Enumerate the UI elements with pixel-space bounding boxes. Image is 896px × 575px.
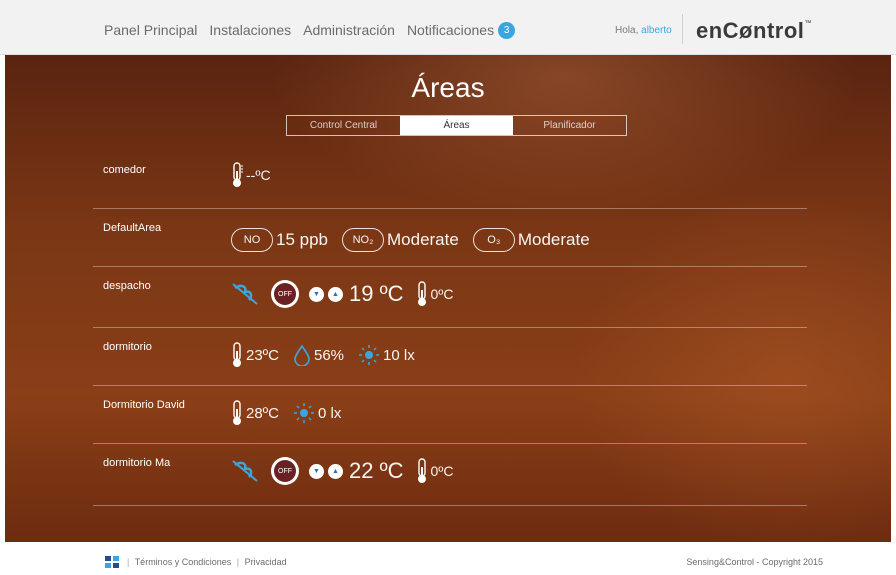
footer: | Términos y Condiciones | Privacidad Se…: [0, 548, 896, 575]
area-row: despacho OFF ▼ ▲ 19 ºC 0ºC: [93, 266, 807, 328]
setpoint-value: 22 ºC: [349, 458, 404, 483]
brand-name: enCøntrol: [696, 18, 805, 43]
footer-logo-icon: [105, 556, 119, 570]
main-nav: Panel Principal Instalaciones Administra…: [104, 21, 516, 40]
area-row: DefaultArea NO 15 ppb NO₂ Moderate O₃ Mo…: [93, 208, 807, 267]
area-name[interactable]: despacho: [103, 280, 151, 292]
area-name[interactable]: comedor: [103, 164, 146, 176]
temperature-reading: 0ºC: [416, 281, 454, 307]
divider: [682, 14, 683, 44]
thermometer-icon: [231, 342, 243, 368]
nav-panel-principal[interactable]: Panel Principal: [104, 22, 197, 40]
o3-reading: O₃ Moderate: [472, 228, 590, 252]
temperature-value: 0ºC: [430, 286, 454, 302]
sun-icon: [358, 344, 380, 366]
tab-control-central[interactable]: Control Central: [287, 116, 400, 135]
temperature-reading: 23ºC: [231, 342, 279, 368]
temperature-reading: 0ºC: [416, 458, 454, 484]
no2-reading: NO₂ Moderate: [342, 228, 459, 252]
light-value: 10 lx: [383, 346, 415, 364]
temperature-reading: 28ºC: [231, 400, 279, 426]
sun-icon: [293, 402, 315, 424]
o3-cloud-icon: O₃: [472, 228, 515, 252]
area-name[interactable]: Dormitorio David: [103, 399, 185, 411]
temperature-reading: --ºC: [231, 162, 271, 188]
notifications-badge: 3: [498, 21, 516, 39]
thermometer-icon: [416, 458, 428, 484]
arrow-up-icon[interactable]: ▲: [328, 463, 343, 479]
no-cloud-icon: NO: [231, 228, 273, 252]
temperature-value: 23ºC: [246, 346, 279, 364]
area-name[interactable]: DefaultArea: [103, 222, 161, 234]
top-navigation-bar: Panel Principal Instalaciones Administra…: [0, 0, 896, 55]
tab-bar: Control Central Áreas Planificador: [286, 115, 627, 136]
thermometer-icon: [231, 400, 243, 426]
area-values: 23ºC 56% 10 lx: [231, 342, 429, 368]
no2-value: Moderate: [387, 230, 459, 249]
nav-notificaciones-label: Notificaciones: [406, 22, 495, 38]
brand-logo: enCøntrol™: [696, 18, 812, 44]
off-label: OFF: [274, 460, 296, 482]
area-row: Dormitorio David 28ºC 0 lx: [93, 385, 807, 444]
greeting-text: Hola,: [615, 25, 639, 36]
area-row: dormitorio 23ºC 56% 10 lx: [93, 327, 807, 386]
footer-links: | Términos y Condiciones | Privacidad: [124, 557, 287, 567]
nav-notificaciones[interactable]: Notificaciones 3: [406, 21, 516, 40]
setpoint-value: 19 ºC: [349, 281, 404, 306]
no-value: 15 ppb: [276, 230, 328, 249]
off-button[interactable]: OFF: [271, 280, 299, 308]
fan-off-icon[interactable]: [231, 282, 259, 306]
arrow-down-icon[interactable]: ▼: [309, 463, 324, 479]
arrow-up-icon[interactable]: ▲: [328, 286, 343, 302]
droplet-icon: [293, 344, 311, 366]
user-link[interactable]: alberto: [641, 25, 672, 36]
area-row: dormitorio Ma OFF ▼ ▲ 22 ºC 0ºC: [93, 443, 807, 506]
o3-value: Moderate: [517, 230, 590, 249]
area-values: 28ºC 0 lx: [231, 400, 355, 426]
tab-areas[interactable]: Áreas: [400, 116, 513, 135]
arrow-down-icon[interactable]: ▼: [309, 286, 324, 302]
area-values: --ºC: [231, 162, 285, 188]
footer-separator: |: [236, 557, 240, 567]
fan-off-icon[interactable]: [231, 459, 259, 483]
greeting: Hola, alberto: [615, 25, 672, 36]
tab-planificador[interactable]: Planificador: [513, 116, 626, 135]
no2-cloud-icon: NO₂: [342, 228, 384, 252]
nav-instalaciones[interactable]: Instalaciones: [209, 22, 291, 40]
area-name[interactable]: dormitorio Ma: [103, 457, 170, 469]
light-reading: 10 lx: [358, 344, 415, 366]
humidity-value: 56%: [314, 346, 345, 364]
temperature-value: 0ºC: [430, 463, 454, 479]
light-reading: 0 lx: [293, 402, 341, 424]
temperature-value: --ºC: [246, 167, 271, 183]
terms-link[interactable]: Términos y Condiciones: [135, 557, 232, 567]
area-values: OFF ▼ ▲ 22 ºC 0ºC: [231, 457, 468, 485]
area-name[interactable]: dormitorio: [103, 341, 152, 353]
page-title: Áreas: [411, 72, 485, 103]
privacy-link[interactable]: Privacidad: [245, 557, 287, 567]
area-values: NO 15 ppb NO₂ Moderate O₃ Moderate: [231, 228, 604, 252]
area-values: OFF ▼ ▲ 19 ºC 0ºC: [231, 280, 468, 308]
brand-tm: ™: [804, 20, 812, 27]
off-label: OFF: [274, 283, 296, 305]
light-value: 0 lx: [318, 404, 342, 422]
area-row: comedor --ºC: [93, 150, 807, 209]
temperature-value: 28ºC: [246, 404, 279, 422]
thermometer-icon: [416, 281, 428, 307]
no-reading: NO 15 ppb: [231, 228, 328, 252]
off-button[interactable]: OFF: [271, 457, 299, 485]
copyright: Sensing&Control - Copyright 2015: [686, 557, 823, 567]
main-panel: Áreas Control Central Áreas Planificador…: [5, 55, 891, 542]
footer-separator: |: [127, 557, 130, 567]
nav-administracion[interactable]: Administración: [303, 22, 395, 40]
thermometer-icon: [231, 162, 243, 188]
humidity-reading: 56%: [293, 344, 344, 366]
